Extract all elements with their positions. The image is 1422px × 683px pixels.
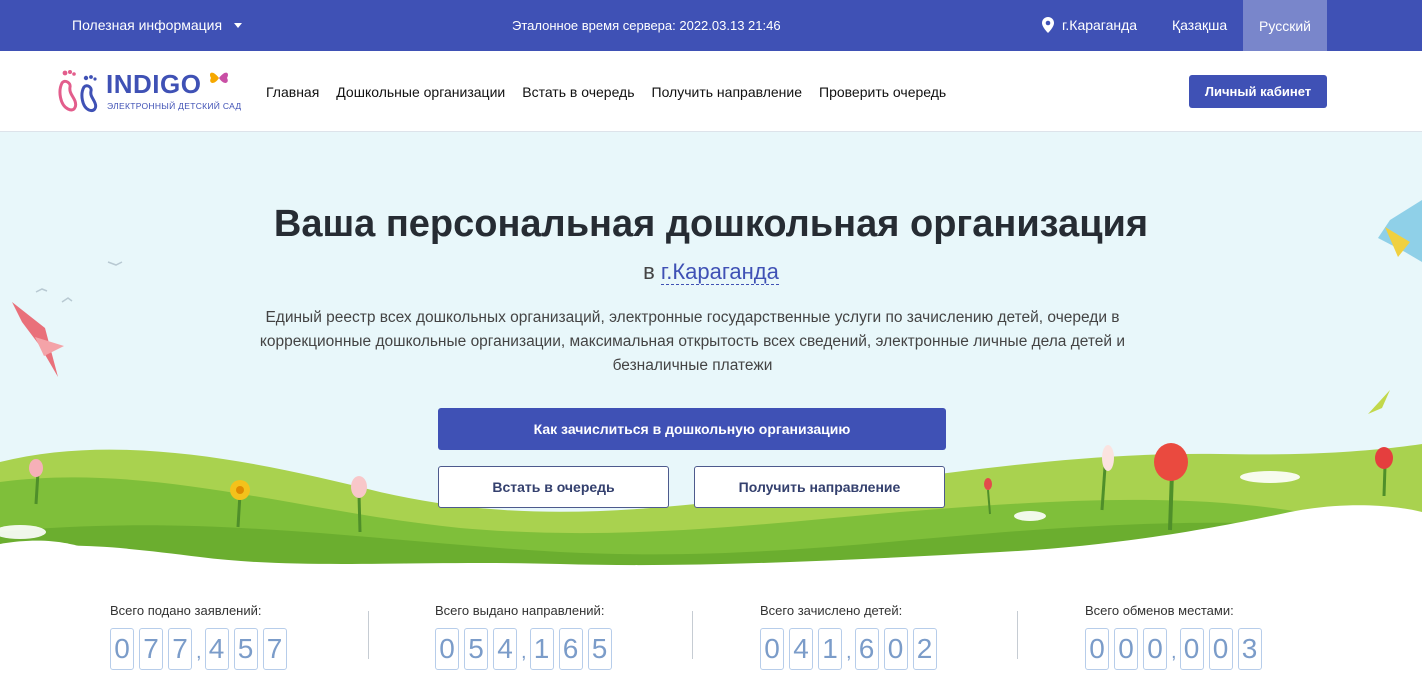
hero-title: Ваша персональная дошкольная организация xyxy=(273,203,1149,245)
nav-get-direction[interactable]: Получить направление xyxy=(652,84,803,100)
logo-brand: INDIGO xyxy=(106,69,202,99)
stats-section: Всего подано заявлений: 077,457 Всего вы… xyxy=(0,587,1422,683)
stat-label: Всего выдано направлений: xyxy=(435,603,605,618)
counter-digit: 4 xyxy=(204,628,229,670)
counter-digit: 0 xyxy=(760,628,784,670)
lang-kazakh[interactable]: Қазақша xyxy=(1172,17,1227,33)
counter-digit: 0 xyxy=(883,628,908,670)
nav-join-queue[interactable]: Встать в очередь xyxy=(522,84,634,100)
butterfly-icon xyxy=(209,72,229,83)
counter-digit: 5 xyxy=(233,628,258,670)
stat-directions: Всего выдано направлений: 054,165 xyxy=(435,603,617,670)
nav-home[interactable]: Главная xyxy=(266,84,319,100)
get-direction-button[interactable]: Получить направление xyxy=(694,466,945,508)
logo[interactable]: INDIGO ЭЛЕКТРОННЫЙ ДЕТСКИЙ САД xyxy=(56,67,246,117)
map-pin-icon xyxy=(1042,17,1054,33)
footprints-icon xyxy=(58,70,98,112)
counter-digit: 4 xyxy=(789,628,813,670)
hero-description: Единый реестр всех дошкольных организаци… xyxy=(259,309,1126,374)
server-time: Эталонное время сервера: 2022.03.13 21:4… xyxy=(512,18,781,33)
counter-separator: , xyxy=(846,641,852,663)
nav-check-queue[interactable]: Проверить очередь xyxy=(819,84,946,100)
hero-city: в г.Караганда xyxy=(0,259,1422,285)
counter-digit: 3 xyxy=(1237,628,1262,670)
main-nav: Главная Дошкольные организации Встать в … xyxy=(266,84,946,100)
counter-digit: 6 xyxy=(558,628,583,670)
counter-digit: 0 xyxy=(435,628,459,670)
counter-digit: 0 xyxy=(1143,628,1167,670)
hero-section: Ваша персональная дошкольная организация… xyxy=(0,132,1422,587)
counter-separator: , xyxy=(521,641,527,663)
counter-separator: , xyxy=(1171,641,1177,663)
lang-russian[interactable]: Русский xyxy=(1243,0,1327,51)
hero-city-link[interactable]: г.Караганда xyxy=(660,259,779,285)
top-bar: Полезная информация Эталонное время серв… xyxy=(0,0,1422,51)
counter-digit: 7 xyxy=(262,628,287,670)
join-queue-button[interactable]: Встать в очередь xyxy=(438,466,669,508)
logo-subtitle: ЭЛЕКТРОННЫЙ ДЕТСКИЙ САД xyxy=(107,101,242,111)
counter-digit: 7 xyxy=(168,628,192,670)
how-to-enroll-button[interactable]: Как зачислиться в дошкольную организацию xyxy=(438,408,946,450)
counter-digit: 5 xyxy=(587,628,612,670)
counter-digit: 0 xyxy=(1208,628,1233,670)
lang-russian-label: Русский xyxy=(1259,17,1311,34)
counter-digit: 2 xyxy=(912,628,937,670)
stat-applications: Всего подано заявлений: 077,457 xyxy=(110,603,292,670)
counter-digit: 7 xyxy=(139,628,163,670)
stat-label: Всего обменов местами: xyxy=(1085,603,1234,618)
divider xyxy=(368,611,369,659)
caret-down-icon xyxy=(234,22,243,28)
counter-separator: , xyxy=(196,641,202,663)
divider xyxy=(692,611,693,659)
city-label: г.Караганда xyxy=(1062,17,1138,33)
counter-digit: 0 xyxy=(110,628,134,670)
stat-counter: 077,457 xyxy=(110,628,292,670)
city-selector[interactable]: г.Караганда xyxy=(1042,17,1137,33)
stat-counter: 000,003 xyxy=(1085,628,1267,670)
counter-digit: 0 xyxy=(1179,628,1204,670)
divider xyxy=(1017,611,1018,659)
bird-left xyxy=(12,302,64,377)
useful-info-label: Полезная информация xyxy=(72,17,223,33)
stat-label: Всего подано заявлений: xyxy=(110,603,262,618)
personal-cabinet-button[interactable]: Личный кабинет xyxy=(1189,75,1327,108)
counter-digit: 4 xyxy=(493,628,517,670)
counter-digit: 0 xyxy=(1085,628,1109,670)
stat-counter: 041,602 xyxy=(760,628,942,670)
useful-info-dropdown[interactable]: Полезная информация xyxy=(72,17,243,33)
counter-digit: 5 xyxy=(464,628,488,670)
stat-counter: 054,165 xyxy=(435,628,617,670)
stat-exchanges: Всего обменов местами: 000,003 xyxy=(1085,603,1267,670)
counter-digit: 1 xyxy=(529,628,554,670)
nav-organizations[interactable]: Дошкольные организации xyxy=(336,84,505,100)
stat-label: Всего зачислено детей: xyxy=(760,603,903,618)
counter-digit: 1 xyxy=(818,628,842,670)
bird-small-right xyxy=(1368,390,1390,414)
hero-city-prefix: в xyxy=(643,259,655,284)
header: INDIGO ЭЛЕКТРОННЫЙ ДЕТСКИЙ САД Главная Д… xyxy=(0,51,1422,132)
counter-digit: 6 xyxy=(854,628,879,670)
stat-enrolled: Всего зачислено детей: 041,602 xyxy=(760,603,942,670)
counter-digit: 0 xyxy=(1114,628,1138,670)
